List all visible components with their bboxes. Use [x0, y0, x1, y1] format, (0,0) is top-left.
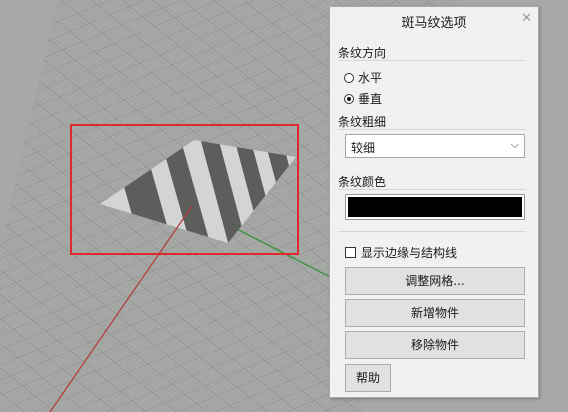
stripe-color-label: 条纹颜色 — [338, 175, 387, 189]
divider — [338, 231, 526, 232]
divider — [338, 129, 526, 130]
help-button[interactable]: 帮助 — [345, 364, 391, 392]
chevron-down-icon: ⌵ — [510, 138, 519, 151]
stripe-thickness-label: 条纹粗细 — [338, 115, 387, 129]
divider — [338, 60, 526, 61]
divider — [338, 189, 526, 190]
color-fill — [348, 197, 522, 217]
stripe-color-swatch[interactable] — [345, 194, 525, 220]
radio-horizontal-circle[interactable] — [344, 72, 354, 83]
remove-objects-button[interactable]: 移除物件 — [345, 331, 525, 359]
radio-vertical-label: 垂直 — [358, 92, 383, 106]
stripe-thickness-value: 较细 — [351, 141, 376, 155]
show-edges-checkbox[interactable] — [345, 247, 356, 258]
add-objects-button[interactable]: 新增物件 — [345, 299, 525, 327]
close-icon[interactable]: ✕ — [521, 11, 532, 26]
stripe-direction-label: 条纹方向 — [338, 46, 387, 60]
zebra-options-panel: 斑马纹选项 ✕ 条纹方向 水平 垂直 条纹粗细 较细 ⌵ 条纹颜色 显示边缘与结… — [329, 6, 539, 398]
radio-vertical-circle[interactable] — [344, 93, 354, 104]
panel-title: 斑马纹选项 — [401, 16, 467, 31]
stripe-thickness-dropdown[interactable]: 较细 ⌵ — [345, 134, 525, 158]
radio-vertical[interactable]: 垂直 — [344, 90, 382, 107]
adjust-mesh-button[interactable]: 调整网格... — [345, 267, 525, 295]
radio-horizontal[interactable]: 水平 — [344, 69, 382, 86]
show-edges-label: 显示边缘与结构线 — [361, 246, 458, 260]
radio-horizontal-label: 水平 — [358, 71, 383, 85]
show-edges-checkbox-row[interactable]: 显示边缘与结构线 — [345, 244, 457, 261]
